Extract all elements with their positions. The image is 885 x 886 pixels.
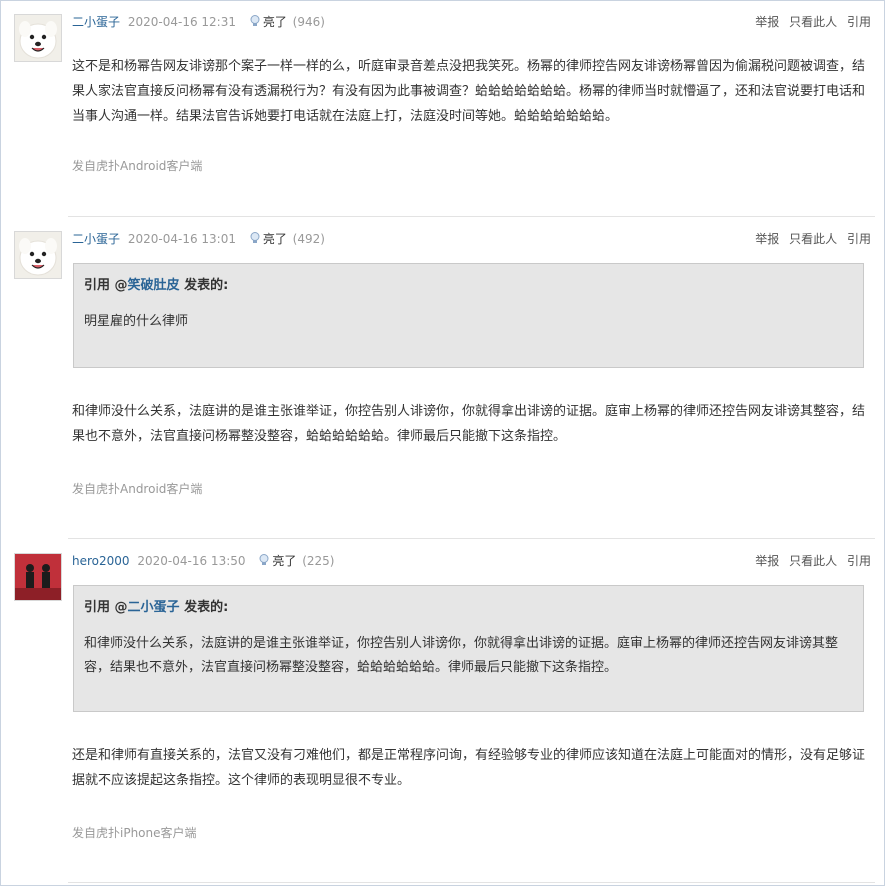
quoted-username-link[interactable]: 笑破肚皮 bbox=[128, 278, 180, 293]
light-button[interactable]: 亮了 bbox=[248, 15, 291, 29]
avatar[interactable] bbox=[14, 231, 62, 279]
post-meta: hero2000 2020-04-16 13:50 亮了 (225) bbox=[72, 552, 334, 569]
quote-block: 引用 @笑破肚皮 发表的: 明星雇的什么律师 bbox=[73, 263, 864, 368]
dog-avatar-icon bbox=[15, 15, 61, 61]
post-meta: 二小蛋子 2020-04-16 13:01 亮了 (492) bbox=[72, 230, 325, 247]
light-label: 亮了 bbox=[262, 15, 287, 29]
avatar[interactable] bbox=[14, 553, 62, 601]
post-actions: 举报 只看此人 引用 bbox=[749, 230, 871, 247]
quote-text: 明星雇的什么律师 bbox=[84, 314, 189, 329]
post-actions: 举报 只看此人 引用 bbox=[749, 13, 871, 30]
post-body: 还是和律师有直接关系的，法官又没有刁难他们，都是正常程序问询，有经验够专业的律师… bbox=[72, 748, 866, 788]
lightbulb-icon bbox=[259, 554, 269, 565]
post-time: 2020-04-16 12:31 bbox=[127, 15, 236, 29]
quote-link[interactable]: 引用 bbox=[847, 232, 871, 246]
username-link[interactable]: 二小蛋子 bbox=[72, 15, 120, 29]
quote-prefix: 引用 @ bbox=[84, 278, 128, 293]
light-button[interactable]: 亮了 bbox=[248, 232, 291, 246]
report-link[interactable]: 举报 bbox=[755, 232, 779, 246]
post-meta: 二小蛋子 2020-04-16 12:31 亮了 (946) bbox=[72, 13, 325, 30]
quote-block: 引用 @二小蛋子 发表的: 和律师没什么关系，法庭讲的是谁主张谁举证，你控告别人… bbox=[73, 585, 864, 712]
post-source: 发自虎扑iPhone客户端 bbox=[72, 826, 197, 840]
avatar[interactable] bbox=[14, 14, 62, 62]
username-link[interactable]: 二小蛋子 bbox=[72, 232, 120, 246]
light-label: 亮了 bbox=[262, 232, 287, 246]
quoted-username-link[interactable]: 二小蛋子 bbox=[128, 600, 180, 615]
post-divider bbox=[68, 538, 875, 539]
post-actions: 举报 只看此人 引用 bbox=[749, 552, 871, 569]
quote-text: 和律师没什么关系，法庭讲的是谁主张谁举证，你控告别人诽谤你，你就得拿出诽谤的证据… bbox=[84, 636, 839, 675]
quote-link[interactable]: 引用 bbox=[847, 15, 871, 29]
light-label: 亮了 bbox=[272, 554, 297, 568]
light-count: (946) bbox=[292, 15, 325, 29]
light-button[interactable]: 亮了 bbox=[257, 554, 300, 568]
post-source: 发自虎扑Android客户端 bbox=[72, 482, 203, 496]
quote-header: 引用 @二小蛋子 发表的: bbox=[84, 598, 853, 618]
quote-header: 引用 @笑破肚皮 发表的: bbox=[84, 276, 853, 296]
only-this-user-link[interactable]: 只看此人 bbox=[789, 15, 837, 29]
quote-prefix: 引用 @ bbox=[84, 600, 128, 615]
only-this-user-link[interactable]: 只看此人 bbox=[789, 554, 837, 568]
quote-suffix: 发表的: bbox=[179, 278, 229, 293]
post-time: 2020-04-16 13:01 bbox=[127, 232, 236, 246]
quote-link[interactable]: 引用 bbox=[847, 554, 871, 568]
band-photo-avatar-icon bbox=[15, 554, 61, 600]
post-body: 这不是和杨幂告网友诽谤那个案子一样一样的么，听庭审录音差点没把我笑死。杨幂的律师… bbox=[72, 59, 866, 124]
lightbulb-icon bbox=[250, 15, 260, 26]
report-link[interactable]: 举报 bbox=[755, 554, 779, 568]
lightbulb-icon bbox=[250, 232, 260, 243]
post-time: 2020-04-16 13:50 bbox=[137, 554, 246, 568]
only-this-user-link[interactable]: 只看此人 bbox=[789, 232, 837, 246]
post-divider bbox=[68, 216, 875, 217]
light-count: (225) bbox=[302, 554, 335, 568]
post-divider bbox=[68, 882, 875, 883]
post-source: 发自虎扑Android客户端 bbox=[72, 159, 203, 173]
dog-avatar-icon bbox=[15, 232, 61, 278]
report-link[interactable]: 举报 bbox=[755, 15, 779, 29]
light-count: (492) bbox=[292, 232, 325, 246]
username-link[interactable]: hero2000 bbox=[72, 554, 130, 568]
quote-suffix: 发表的: bbox=[179, 600, 229, 615]
post-body: 和律师没什么关系，法庭讲的是谁主张谁举证，你控告别人诽谤你，你就得拿出诽谤的证据… bbox=[72, 404, 866, 444]
